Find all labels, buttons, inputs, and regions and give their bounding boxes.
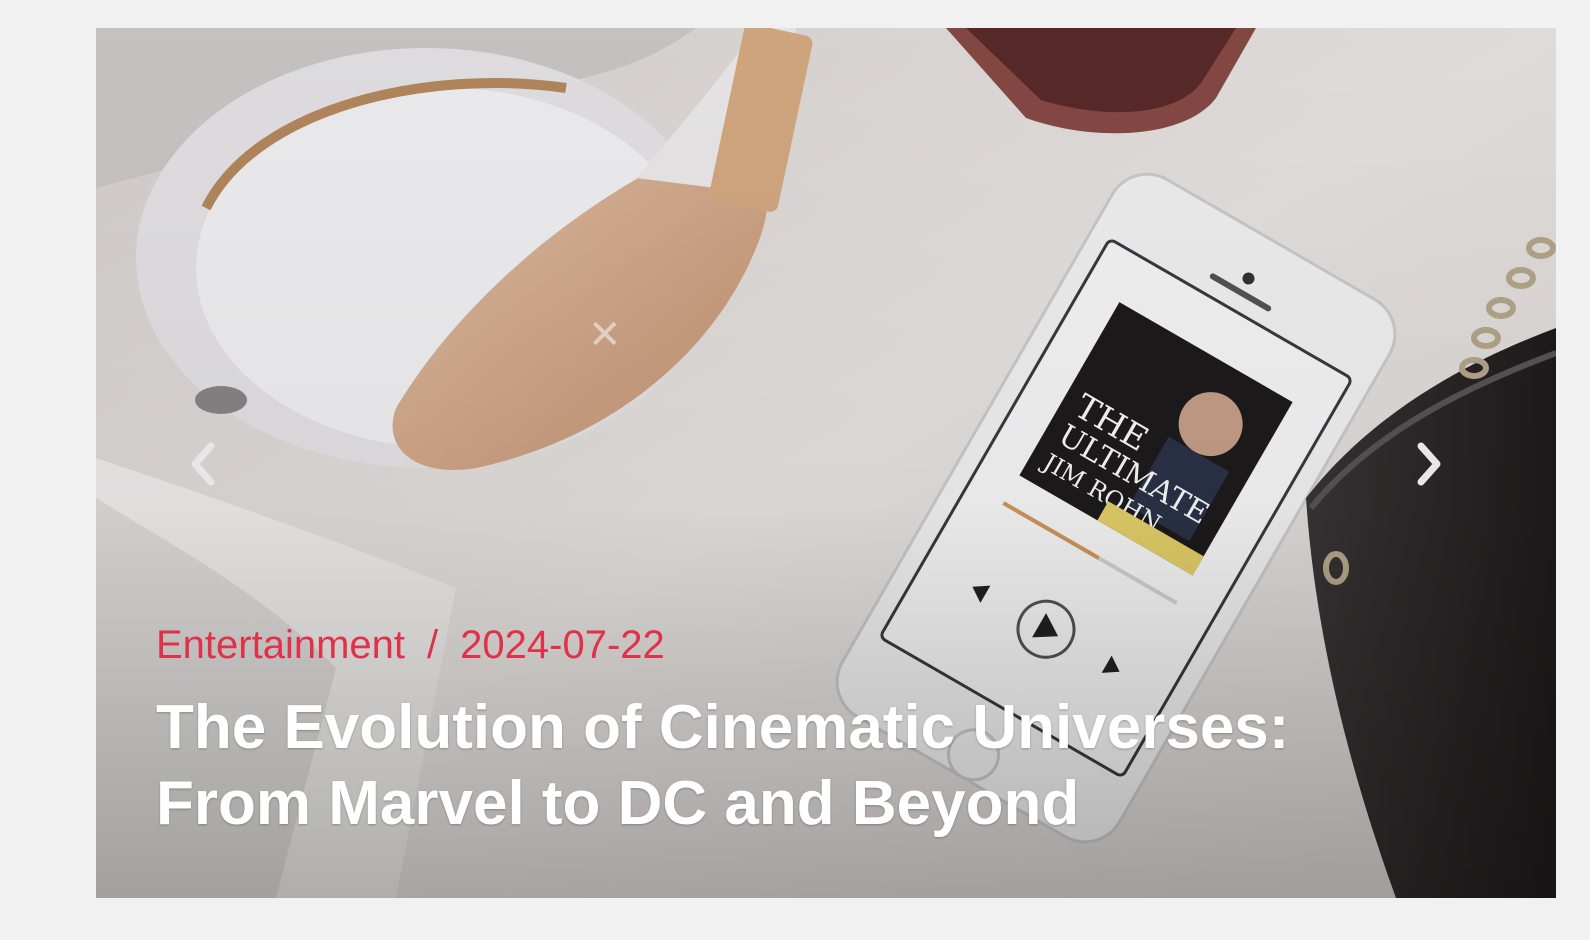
prev-slide-button[interactable] <box>178 440 226 488</box>
category-link[interactable]: Entertainment <box>156 623 405 667</box>
featured-slider[interactable]: ✕ THE ULTIMATE JIM ROHN <box>96 28 1556 898</box>
meta-separator: / <box>427 623 439 667</box>
chevron-right-icon <box>1417 442 1441 486</box>
post-title[interactable]: The Evolution of Cinematic Universes: Fr… <box>156 690 1456 842</box>
post-meta: Entertainment / 2024-07-22 <box>156 618 1456 672</box>
slide-caption: Entertainment / 2024-07-22 The Evolution o… <box>156 618 1456 842</box>
chevron-left-icon <box>191 442 215 486</box>
post-date: 2024-07-22 <box>460 623 665 667</box>
next-slide-button[interactable] <box>1406 440 1454 488</box>
